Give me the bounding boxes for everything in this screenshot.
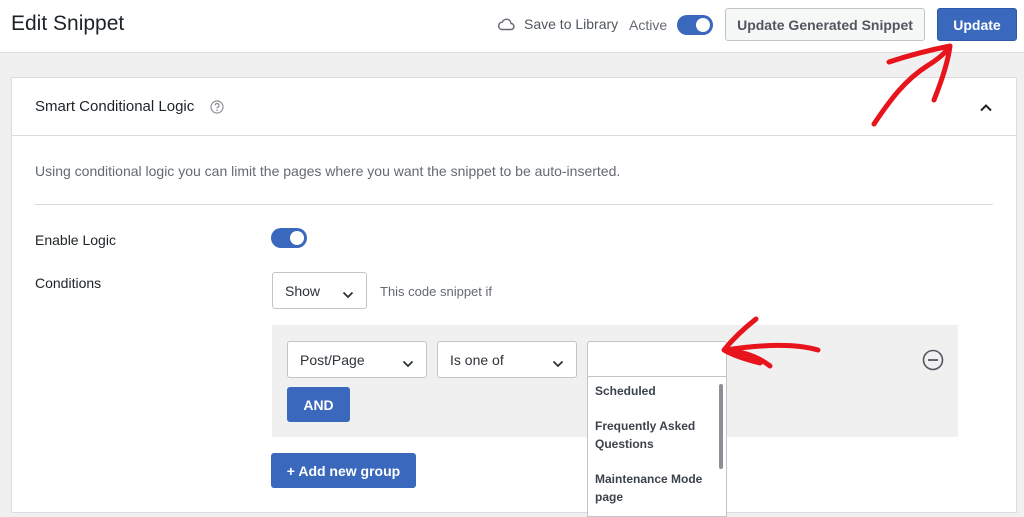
rule-value-search-input[interactable] xyxy=(587,341,727,377)
smart-conditional-logic-panel: Smart Conditional Logic Using conditiona… xyxy=(11,77,1017,513)
divider xyxy=(35,204,993,205)
chevron-up-icon[interactable] xyxy=(979,100,993,118)
conditions-label: Conditions xyxy=(35,275,102,291)
toggle-knob xyxy=(696,18,710,32)
top-bar: Edit Snippet Save to Library Active Upda… xyxy=(0,0,1024,53)
panel-title: Smart Conditional Logic xyxy=(35,98,195,115)
add-new-group-button[interactable]: + Add new group xyxy=(271,453,416,488)
and-button[interactable]: AND xyxy=(287,387,350,422)
active-label: Active xyxy=(629,17,668,33)
cloud-icon xyxy=(497,17,515,31)
chevron-down-icon xyxy=(552,355,564,371)
show-select-value: Show xyxy=(285,282,321,299)
rule-field-value: Post/Page xyxy=(300,351,365,368)
save-to-library-button[interactable]: Save to Library xyxy=(497,16,618,32)
dropdown-option[interactable]: Frequently Asked Questions xyxy=(595,417,713,453)
chevron-down-icon xyxy=(402,355,414,371)
save-to-library-label: Save to Library xyxy=(524,16,619,32)
dropdown-option[interactable]: Scheduled xyxy=(595,382,713,400)
dropdown-scrollbar[interactable] xyxy=(719,384,723,469)
panel-header[interactable]: Smart Conditional Logic xyxy=(12,78,1016,136)
help-icon[interactable] xyxy=(210,100,224,119)
update-generated-snippet-button[interactable]: Update Generated Snippet xyxy=(725,8,925,41)
update-button[interactable]: Update xyxy=(937,8,1017,41)
enable-logic-toggle[interactable] xyxy=(271,228,307,248)
chevron-down-icon xyxy=(342,286,354,302)
minus-circle-icon[interactable] xyxy=(922,349,944,376)
dropdown-option[interactable]: Maintenance Mode page xyxy=(595,470,713,506)
rule-operator-value: Is one of xyxy=(450,351,504,368)
rule-field-select[interactable]: Post/Page xyxy=(287,341,427,378)
active-toggle[interactable] xyxy=(677,15,713,35)
enable-logic-label: Enable Logic xyxy=(35,232,116,248)
rule-operator-select[interactable]: Is one of xyxy=(437,341,577,378)
show-hide-select[interactable]: Show xyxy=(272,272,367,309)
page-title: Edit Snippet xyxy=(11,12,125,35)
toggle-knob xyxy=(290,231,304,245)
panel-description: Using conditional logic you can limit th… xyxy=(35,163,621,179)
conditions-hint: This code snippet if xyxy=(380,284,493,299)
value-dropdown-list[interactable]: Scheduled Frequently Asked Questions Mai… xyxy=(587,377,727,517)
